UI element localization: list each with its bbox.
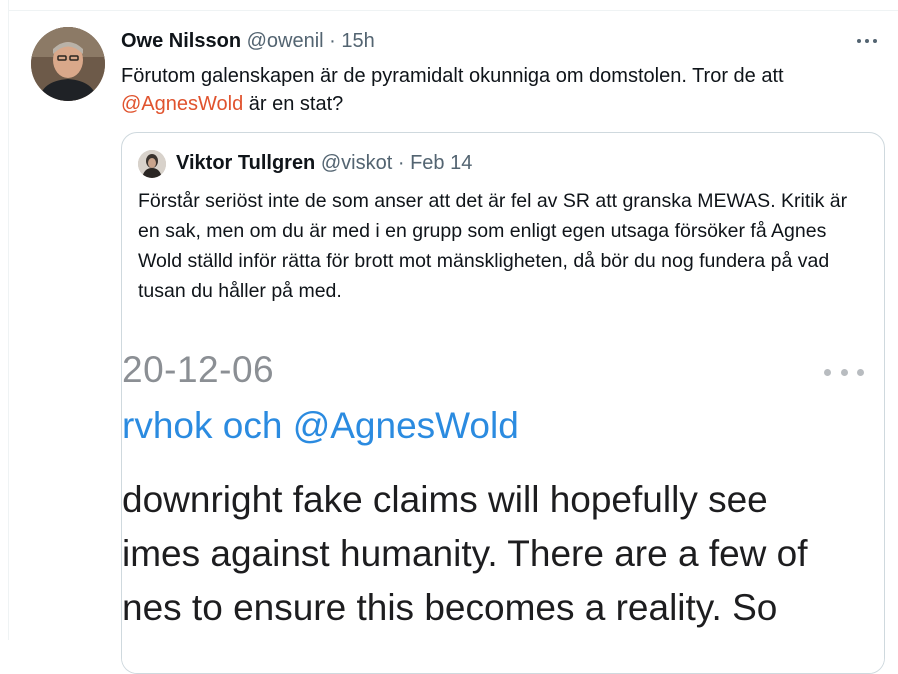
mention-link[interactable]: @AgnesWold: [121, 93, 243, 115]
timeline-border-left: [8, 0, 9, 640]
more-horizontal-icon: [855, 39, 879, 43]
author-handle[interactable]: @owenil: [247, 30, 324, 52]
timeline-divider: [8, 10, 898, 11]
quoted-tweet-media[interactable]: 20-12-06 rvhok och @AgnesWold downright …: [122, 333, 884, 673]
tweet-text-before: Förutom galenskapen är de pyramidalt oku…: [121, 65, 784, 87]
media-reply-line: rvhok och @AgnesWold: [122, 405, 519, 446]
quoted-author-handle[interactable]: @viskot: [321, 152, 392, 174]
author-name[interactable]: Owe Nilsson: [121, 30, 241, 52]
tweet-timestamp[interactable]: 15h: [341, 30, 374, 52]
author-avatar[interactable]: [31, 27, 105, 101]
tweet-text: Förutom galenskapen är de pyramidalt oku…: [121, 62, 881, 118]
quoted-tweet-header: Viktor Tullgren @viskot · Feb 14: [176, 152, 472, 175]
tweet-text-after: är en stat?: [243, 93, 344, 115]
tweet-header: Owe Nilsson @owenil · 15h: [121, 30, 375, 53]
header-separator: ·: [329, 30, 336, 52]
media-more-icon: [824, 369, 864, 377]
quoted-author-avatar[interactable]: [138, 150, 166, 178]
quoted-tweet-card[interactable]: Viktor Tullgren @viskot · Feb 14 Förstår…: [121, 132, 885, 674]
media-line: nes to ensure this becomes a reality. So: [122, 587, 778, 628]
media-line: imes against humanity. There are a few o…: [122, 533, 808, 574]
media-line: downright fake claims will hopefully see: [122, 479, 768, 520]
quoted-tweet-text: Förstår seriöst inte de som anser att de…: [138, 190, 848, 302]
quoted-author-name[interactable]: Viktor Tullgren: [176, 152, 315, 174]
media-body-text: downright fake claims will hopefully see…: [122, 473, 808, 635]
quoted-avatar-image: [138, 150, 166, 178]
more-options-button[interactable]: [852, 30, 882, 52]
quoted-tweet-date[interactable]: Feb 14: [410, 152, 472, 174]
media-date-text: 20-12-06: [122, 349, 275, 390]
author-avatar-image: [31, 27, 105, 101]
quoted-header-separator: ·: [397, 152, 405, 174]
